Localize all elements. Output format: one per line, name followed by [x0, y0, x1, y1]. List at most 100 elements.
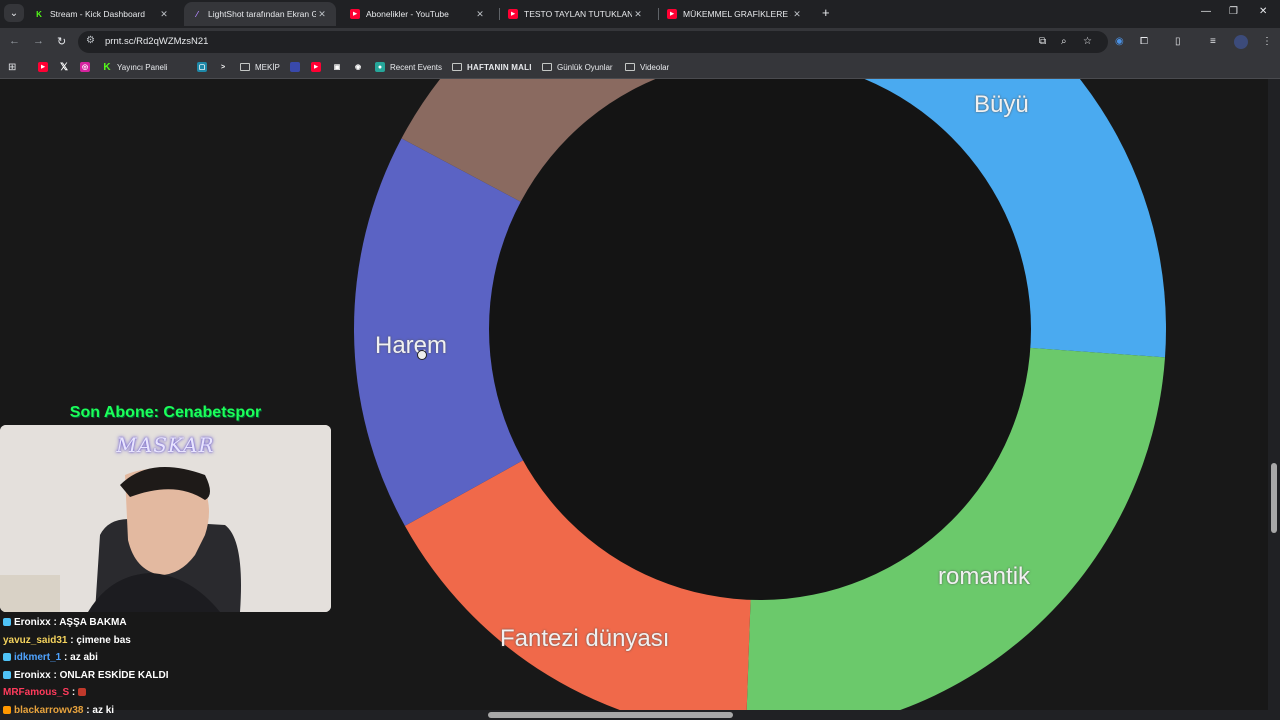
tab-title: TESTO TAYLAN TUTUKLANDI. - [524, 9, 632, 19]
scrollbar-thumb[interactable] [488, 712, 733, 718]
chat-message: MRFamous_S : [3, 684, 333, 702]
reload-icon[interactable]: ↻ [57, 35, 66, 48]
chat-separator: : [61, 652, 71, 663]
media-controls-icon[interactable]: ≡ [1210, 36, 1216, 47]
chat-separator: : [50, 669, 60, 681]
tab-kick-dashboard[interactable]: K Stream - Kick Dashboard ✕ [26, 2, 178, 26]
side-panel-icon[interactable]: ▯ [1175, 36, 1181, 47]
tab-youtube-video-1[interactable]: ▶ TESTO TAYLAN TUTUKLANDI. - ✕ [500, 2, 652, 26]
bookmark-label: Recent Events [390, 62, 443, 72]
profile-avatar[interactable] [1234, 35, 1248, 49]
chat-text: çimene bas [76, 634, 131, 646]
address-bar[interactable]: ⚙ prnt.sc/Rd2qWZMzsN21 ⧉ ⌕ ☆ [78, 31, 1108, 53]
forward-icon[interactable]: → [33, 35, 44, 47]
zoom-cursor-icon [417, 350, 427, 360]
bookmark-folder-mekip[interactable]: MEKİP [240, 60, 280, 74]
youtube-icon: ▶ [667, 9, 677, 19]
window-close-icon[interactable]: ✕ [1259, 6, 1267, 17]
bookmark-image[interactable]: ▣ [332, 60, 347, 74]
bookmark-folder-haftanin-mali[interactable]: HAFTANIN MALI [452, 60, 532, 74]
site-info-icon[interactable]: ⚙ [86, 35, 95, 46]
bookmark-app[interactable]: ▢ [197, 60, 212, 74]
bookmark-youtube[interactable]: ▶ [38, 60, 53, 74]
close-icon[interactable]: ✕ [791, 9, 803, 20]
menu-icon[interactable]: ⋮ [1262, 36, 1272, 47]
bookmark-label: MEKİP [255, 62, 280, 72]
extension-icon[interactable]: ◉ [1115, 36, 1124, 47]
folder-icon [452, 63, 462, 71]
slice-label-romantik: romantik [938, 563, 1031, 590]
chat-separator: : [69, 687, 79, 698]
instagram-icon: ◎ [80, 62, 90, 72]
url-text[interactable]: prnt.sc/Rd2qWZMzsN21 [105, 36, 208, 47]
install-app-icon[interactable]: ⧉ [1039, 36, 1046, 47]
browser-toolbar: ← → ↻ ⚙ prnt.sc/Rd2qWZMzsN21 ⧉ ⌕ ☆ ◉ ⧠ ▯… [0, 28, 1280, 56]
extensions-puzzle-icon[interactable]: ⧠ [1140, 36, 1148, 47]
new-tab-button[interactable]: + [822, 5, 830, 20]
x-icon: 𝕏 [59, 61, 69, 73]
bookmark-arrow[interactable]: > [218, 60, 233, 74]
bookmark-yayinci-paneli[interactable]: K Yayıncı Paneli [102, 60, 168, 74]
apps-grid-icon[interactable]: ⊞ [8, 60, 16, 74]
donut-hole [489, 79, 1031, 600]
tab-strip: ⌄ K Stream - Kick Dashboard ✕ ⁄ LightSho… [0, 0, 1280, 28]
slice-label-harem: Harem [375, 332, 448, 359]
bookmark-folder-videolar[interactable]: Videolar [625, 60, 669, 74]
vertical-scrollbar[interactable] [1268, 79, 1280, 720]
tab-lightshot[interactable]: ⁄ LightShot tarafından Ekran Görü ✕ [184, 2, 336, 26]
tab-search-button[interactable]: ⌄ [4, 4, 24, 22]
tab-title: LightShot tarafından Ekran Görü [208, 9, 316, 19]
bookmark-youtube-2[interactable]: ▶ [311, 60, 326, 74]
bookmark-box[interactable] [290, 60, 305, 74]
tab-title: Stream - Kick Dashboard [50, 9, 145, 19]
chat-username: Eronixx [14, 669, 51, 681]
bookmark-recent-events[interactable]: ● Recent Events [375, 60, 442, 74]
minimize-icon[interactable]: — [1201, 6, 1211, 17]
chat-message: blackarrowv38 : az ki [3, 702, 333, 720]
chat-separator: : [50, 617, 60, 628]
close-icon[interactable]: ✕ [632, 9, 644, 20]
slice-label-buyu: Büyü [974, 91, 1029, 118]
chat-message: Eronixx : AŞŞA BAKMA [3, 614, 333, 632]
bookmark-folder-gunluk-oyunlar[interactable]: Günlük Oyunlar [542, 60, 613, 74]
chat-username: blackarrowv38 [14, 704, 84, 716]
chat-username: MRFamous_S [3, 687, 70, 698]
chat-text: ONLAR ESKİDE KALDI [59, 669, 169, 681]
chat-text: AŞŞA BAKMA [59, 617, 127, 628]
close-icon[interactable]: ✕ [158, 9, 170, 20]
bookmark-star-icon[interactable]: ☆ [1083, 36, 1092, 47]
zoom-icon[interactable]: ⌕ [1061, 36, 1067, 47]
bookmark-instagram[interactable]: ◎ [80, 60, 95, 74]
chat-message: yavuz_said31 : çimene bas [3, 632, 333, 650]
emote-icon [78, 688, 87, 697]
youtube-icon: ▶ [508, 9, 518, 19]
folder-icon [625, 63, 635, 71]
sub-badge-icon [3, 653, 11, 662]
bookmark-label: Yayıncı Paneli [117, 62, 168, 72]
close-icon[interactable]: ✕ [316, 9, 328, 20]
tab-youtube-subscriptions[interactable]: ▶ Abonelikler - YouTube ✕ [342, 2, 494, 26]
box-icon [290, 62, 300, 72]
bookmark-x[interactable]: 𝕏 [59, 60, 74, 74]
chat-username: yavuz_said31 [3, 634, 68, 646]
bookmark-label: HAFTANIN MALI [467, 62, 532, 72]
tab-youtube-video-2[interactable]: ▶ MÜKEMMEL GRAFİKLERE SAHİ ✕ [659, 2, 811, 26]
folder-icon [240, 63, 250, 71]
bookmark-label: Günlük Oyunlar [557, 62, 613, 72]
tab-title: MÜKEMMEL GRAFİKLERE SAHİ [683, 9, 791, 19]
arrow-icon: > [220, 63, 226, 71]
kick-icon: K [36, 9, 42, 19]
chat-username: idkmert_1 [14, 652, 62, 663]
chat-text: az abi [70, 652, 98, 663]
channel-logo: MASKAR [116, 433, 215, 457]
youtube-icon: ▶ [38, 62, 48, 72]
close-icon[interactable]: ✕ [474, 9, 486, 20]
image-icon: ▣ [333, 64, 341, 71]
scrollbar-thumb[interactable] [1271, 463, 1277, 533]
back-icon[interactable]: ← [9, 35, 20, 47]
chat-overlay: Eronixx : AŞŞA BAKMA yavuz_said31 : çime… [3, 614, 333, 719]
restore-icon[interactable]: ❐ [1229, 6, 1238, 17]
bookmarks-bar: ⊞ ▶ 𝕏 ◎ K Yayıncı Paneli ▢ > MEKİP ▶ ▣ ◉ … [0, 56, 1280, 79]
youtube-icon: ▶ [350, 9, 360, 19]
bookmark-circle[interactable]: ◉ [353, 60, 368, 74]
